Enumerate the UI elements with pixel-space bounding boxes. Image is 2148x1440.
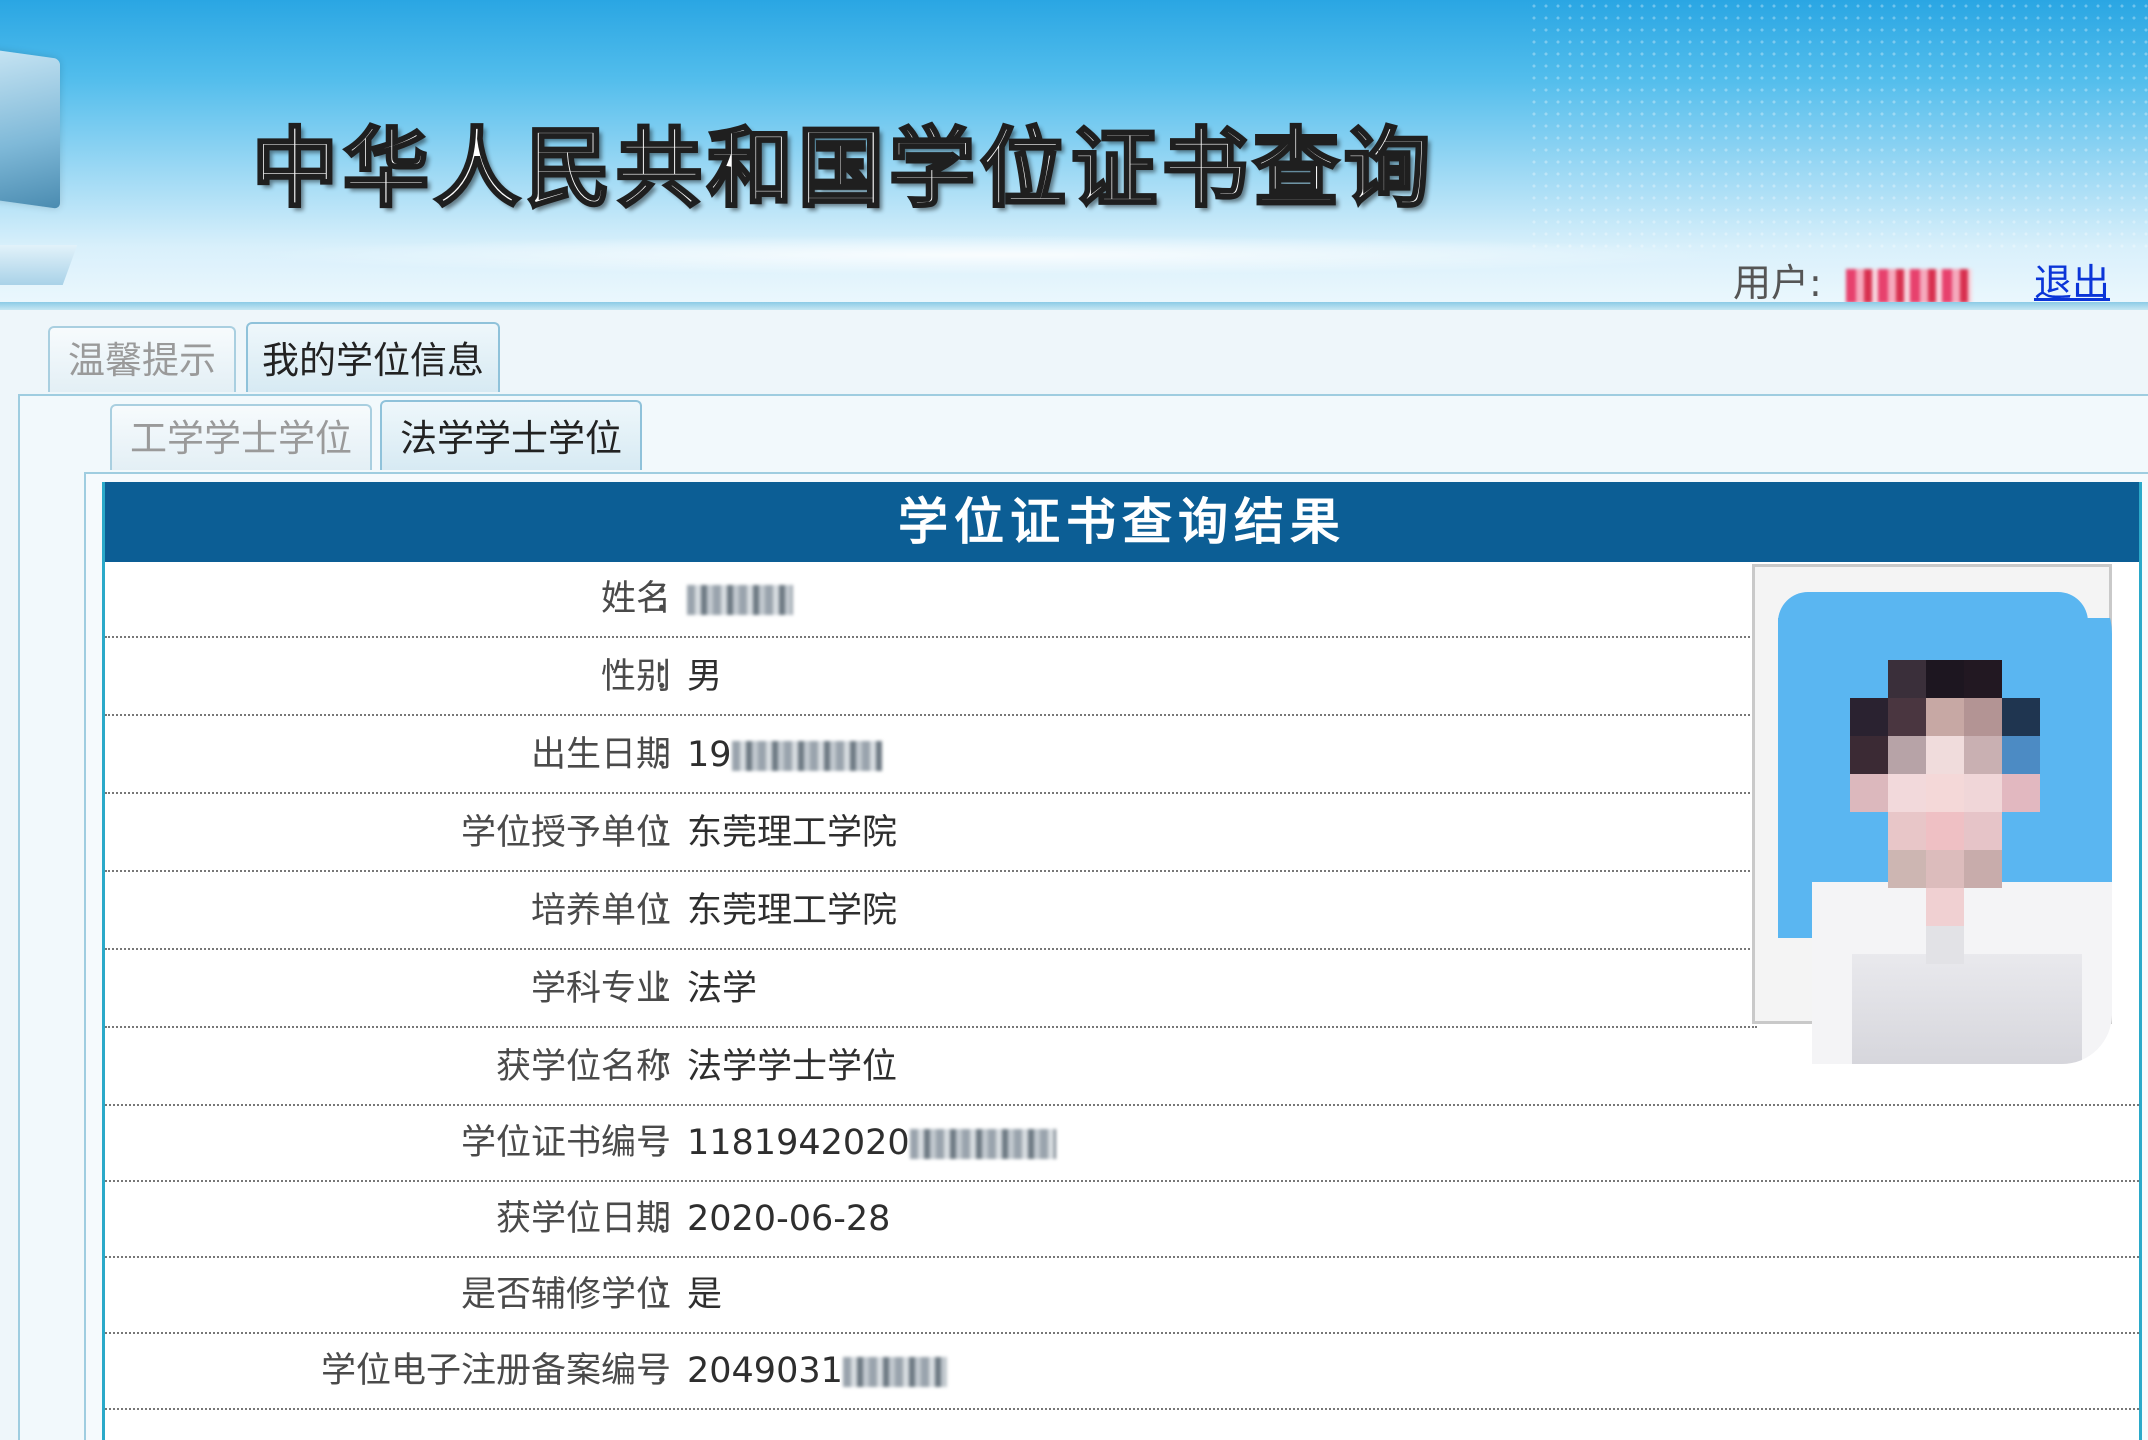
row-colon: ： [653, 1047, 689, 1087]
row-colon: ： [653, 1351, 689, 1391]
photo-pixel [1888, 812, 1926, 850]
photo-shirt-shade [1852, 954, 2082, 1064]
row-major: 学科专业 ： 法学 [105, 952, 1757, 1028]
photo-pixel [1926, 660, 1964, 698]
row-label: 是否辅修学位 [460, 1275, 671, 1315]
photo-pixel [1964, 660, 2002, 698]
photo-pixel [1850, 736, 1888, 774]
row-name: 姓名 ： [105, 562, 1757, 638]
row-colon: ： [653, 1199, 689, 1239]
row-minor-degree: 是否辅修学位 ： 是 [105, 1258, 2139, 1334]
user-name-redacted [1845, 268, 1972, 302]
row-colon: ： [653, 891, 689, 931]
photo-pixel [1850, 774, 1888, 812]
row-value: 男 [687, 657, 723, 697]
row-colon: ： [653, 657, 689, 697]
row-value: 东莞理工学院 [687, 891, 898, 931]
row-value: 东莞理工学院 [687, 813, 898, 853]
redacted-mosaic [842, 1357, 947, 1387]
row-certificate-number: 学位证书编号 ： 1181942020 [105, 1106, 2139, 1182]
photo-pixel [1964, 774, 2002, 812]
row-label: 学位授予单位 [460, 813, 671, 853]
id-photo-pixelated [1752, 564, 2112, 1064]
row-registration-number: 学位电子注册备案编号 ： 2049031 [105, 1334, 2139, 1410]
photo-pixel [1964, 736, 2002, 774]
site-title: 中华人民共和国学位证书查询 [251, 117, 1435, 221]
row-label: 获学位日期 [495, 1199, 671, 1239]
row-label: 获学位名称 [495, 1047, 671, 1087]
row-label: 学位电子注册备案编号 [320, 1351, 671, 1391]
logout-link[interactable]: 退出 [2034, 261, 2110, 302]
photo-pixel [1926, 736, 1964, 774]
photo-pixel [1926, 774, 1964, 812]
row-colon: ： [653, 813, 689, 853]
row-colon: ： [653, 1123, 689, 1163]
tab-my-degree-info[interactable]: 我的学位信息 [246, 322, 500, 392]
row-label: 学科专业 [530, 969, 671, 1009]
row-value: 1181942020 [687, 1106, 1056, 1180]
photo-pixel [1888, 736, 1926, 774]
row-colon: ： [653, 1275, 689, 1315]
tab-engineering-degree[interactable]: 工学学士学位 [110, 404, 372, 470]
header-banner: 中华人民共和国学位证书查询 用户: 退出 [0, 0, 2148, 302]
photo-pixel [1926, 850, 1964, 888]
row-value: 2049031 [687, 1334, 947, 1408]
row-value: 2020-06-28 [687, 1199, 891, 1239]
photo-pixel [2002, 736, 2040, 774]
laptop-graphic [0, 44, 60, 210]
row-value [687, 562, 793, 636]
page: 中华人民共和国学位证书查询 用户: 退出 温馨提示 我的学位信息 工学学士学位 … [0, 0, 2148, 1440]
redacted-mosaic [909, 1129, 1056, 1159]
photo-pixel [1926, 926, 1964, 964]
tab-law-degree[interactable]: 法学学士学位 [380, 400, 642, 470]
row-degree-date: 获学位日期 ： 2020-06-28 [105, 1182, 2139, 1258]
photo-pixel [1888, 698, 1926, 736]
photo-pixel [1888, 660, 1926, 698]
laptop-base-graphic [0, 245, 78, 285]
row-colon: ： [653, 579, 689, 619]
photo-pixel [1926, 888, 1964, 926]
tab-tips[interactable]: 温馨提示 [48, 326, 236, 392]
row-label: 出生日期 [530, 735, 671, 775]
row-value: 19 [687, 718, 882, 792]
photo-pixel [1964, 698, 2002, 736]
photo-pixel [1964, 812, 2002, 850]
redacted-mosaic [731, 741, 882, 771]
photo-pixel [1926, 698, 1964, 736]
row-label: 培养单位 [530, 891, 671, 931]
row-value: 法学学士学位 [687, 1047, 898, 1087]
photo-pixel [1964, 850, 2002, 888]
row-birth-date: 出生日期 ： 19 [105, 718, 1757, 794]
result-title: 学位证书查询结果 [105, 482, 2139, 562]
row-awarding-institution: 学位授予单位 ： 东莞理工学院 [105, 796, 1757, 872]
photo-pixel [2002, 698, 2040, 736]
photo-pixel [1888, 774, 1926, 812]
photo-pixel [2002, 774, 2040, 812]
row-label: 学位证书编号 [460, 1123, 671, 1163]
row-colon: ： [653, 735, 689, 775]
photo-pixel [1926, 812, 1964, 850]
row-value: 法学 [687, 969, 758, 1009]
user-area: 用户: 退出 [1733, 252, 2110, 302]
row-gender: 性别 ： 男 [105, 640, 1757, 716]
row-training-institution: 培养单位 ： 东莞理工学院 [105, 874, 1757, 950]
user-label: 用户: [1732, 261, 1822, 302]
row-colon: ： [653, 969, 689, 1009]
photo-pixel [1888, 850, 1926, 888]
redacted-mosaic [687, 585, 793, 615]
row-value: 是 [687, 1275, 723, 1315]
banner-divider [0, 302, 2148, 310]
photo-pixel [1850, 698, 1888, 736]
